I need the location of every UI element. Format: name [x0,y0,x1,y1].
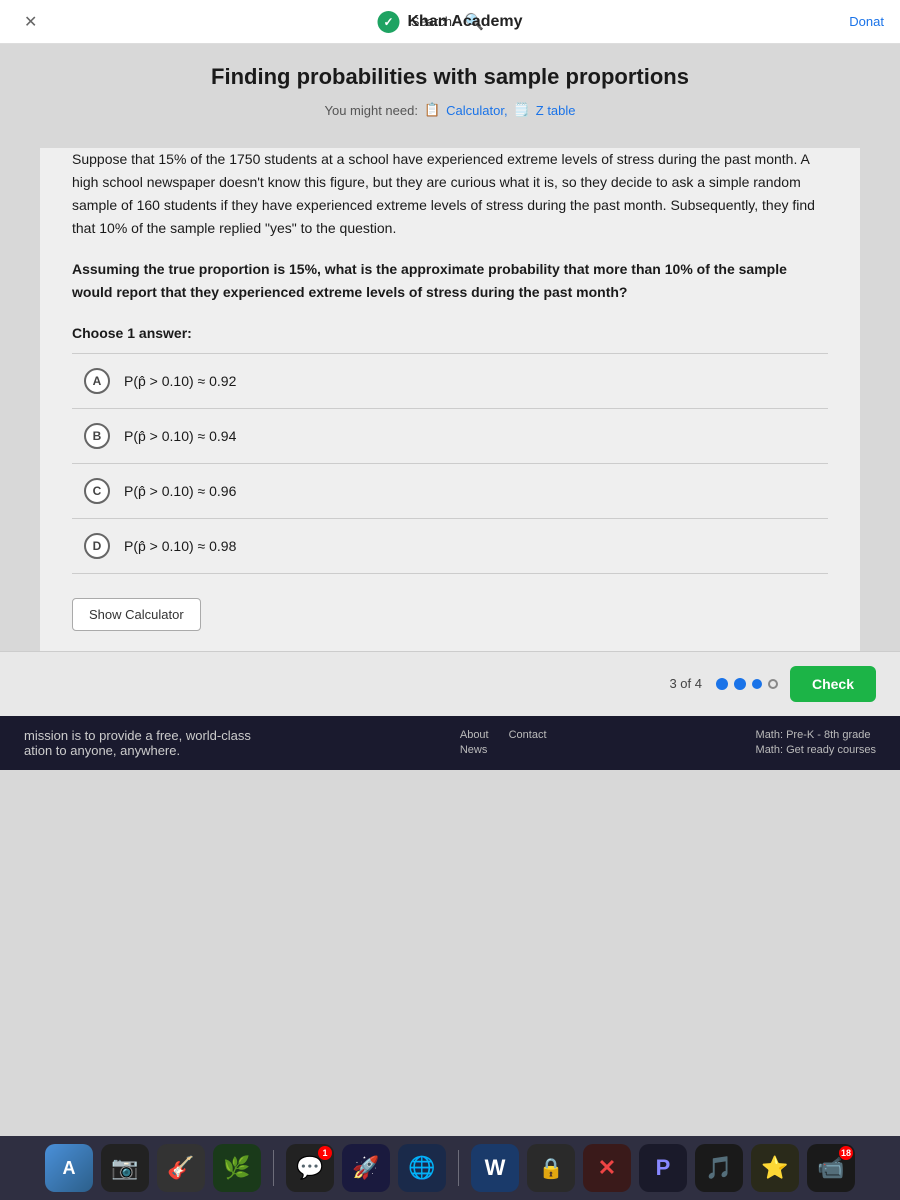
dock-item-video[interactable]: 📹 18 [807,1144,855,1192]
choice-a[interactable]: A P(p̂ > 0.10) ≈ 0.92 [72,353,828,408]
footer-links: About News Contact [460,729,547,756]
ztable-link[interactable]: Z table [536,103,576,118]
khan-academy-logo: ✓ [378,11,400,33]
footer-bar: mission is to provide a free, world-clas… [0,716,900,770]
dot-4 [768,679,778,689]
donate-link[interactable]: Donat [849,14,884,29]
dock-item-x[interactable]: ✕ [583,1144,631,1192]
ztable-icon: 🗒️ [514,102,530,118]
top-navigation-bar: ✕ Search 🔍 ✓ Khan Academy Donat [0,0,900,44]
calculator-link[interactable]: Calculator, [446,103,507,118]
choice-b-text: P(p̂ > 0.10) ≈ 0.94 [124,428,236,444]
page-title: Finding probabilities with sample propor… [0,64,900,90]
choice-a-bubble: A [84,368,110,394]
choice-d[interactable]: D P(p̂ > 0.10) ≈ 0.98 [72,518,828,574]
you-might-need-section: You might need: 📋 Calculator, 🗒️ Z table [0,102,900,118]
dock-item-finder[interactable]: A [45,1144,93,1192]
dot-3 [752,679,762,689]
content-card: Suppose that 15% of the 1750 students at… [40,148,860,651]
site-brand: ✓ Khan Academy [378,11,523,33]
footer-col-2: Contact [509,729,547,756]
dock-item-music[interactable]: 🎵 [695,1144,743,1192]
choice-c[interactable]: C P(p̂ > 0.10) ≈ 0.96 [72,463,828,518]
close-icon[interactable]: ✕ [16,4,45,40]
progress-dots: 3 of 4 [669,676,778,691]
footer-col-1: About News [460,729,489,756]
site-name: Khan Academy [408,13,523,31]
footer-about[interactable]: About [460,729,489,741]
footer-right: Math: Pre-K - 8th grade Math: Get ready … [756,729,876,756]
dock-separator-1 [273,1150,274,1186]
messages-badge: 1 [318,1146,332,1160]
you-might-need-label: You might need: [324,103,417,118]
choice-c-text: P(p̂ > 0.10) ≈ 0.96 [124,483,236,499]
top-bar-left: ✕ [16,4,45,40]
choice-b[interactable]: B P(p̂ > 0.10) ≈ 0.94 [72,408,828,463]
footer-mission: mission is to provide a free, world-clas… [24,728,251,758]
choice-d-text: P(p̂ > 0.10) ≈ 0.98 [124,538,236,554]
dock-item-star[interactable]: ⭐ [751,1144,799,1192]
choice-d-bubble: D [84,533,110,559]
show-calculator-button[interactable]: Show Calculator [72,598,201,631]
dock-item-launch[interactable]: 🚀 [342,1144,390,1192]
choice-a-text: P(p̂ > 0.10) ≈ 0.92 [124,373,236,389]
problem-text: Suppose that 15% of the 1750 students at… [72,148,828,240]
progress-label: 3 of 4 [669,676,702,691]
dot-1 [716,678,728,690]
footer-contact[interactable]: Contact [509,729,547,741]
dock-item-browser[interactable]: 🌐 [398,1144,446,1192]
footer-mission-line1: mission is to provide a free, world-clas… [24,728,251,743]
dot-2 [734,678,746,690]
question-text: Assuming the true proportion is 15%, wha… [72,258,828,304]
dock-item-nature[interactable]: 🌿 [213,1144,261,1192]
choice-b-bubble: B [84,423,110,449]
page-header: Finding probabilities with sample propor… [0,44,900,148]
dock-item-word[interactable]: W [471,1144,519,1192]
answer-choices: A P(p̂ > 0.10) ≈ 0.92 B P(p̂ > 0.10) ≈ 0… [72,353,828,574]
dock-item-security[interactable]: 🔒 [527,1144,575,1192]
footer-math-ready[interactable]: Math: Get ready courses [756,744,876,756]
calculator-icon: 📋 [424,102,440,118]
video-badge: 18 [839,1146,853,1160]
check-button[interactable]: Check [790,666,876,702]
dock: A 📷 🎸 🌿 💬 1 🚀 🌐 W 🔒 ✕ P 🎵 ⭐ 📹 18 [0,1136,900,1200]
dock-separator-2 [458,1150,459,1186]
dock-item-photos[interactable]: 📷 [101,1144,149,1192]
choose-label: Choose 1 answer: [72,325,828,341]
dock-item-messages[interactable]: 💬 1 [286,1144,334,1192]
page-wrapper: Finding probabilities with sample propor… [0,44,900,1136]
footer-news[interactable]: News [460,744,489,756]
footer-mission-line2: ation to anyone, anywhere. [24,743,251,758]
progress-section: 3 of 4 Check [0,651,900,716]
dock-item-p[interactable]: P [639,1144,687,1192]
dock-item-guitar[interactable]: 🎸 [157,1144,205,1192]
footer-math-prek[interactable]: Math: Pre-K - 8th grade [756,729,876,741]
choice-c-bubble: C [84,478,110,504]
